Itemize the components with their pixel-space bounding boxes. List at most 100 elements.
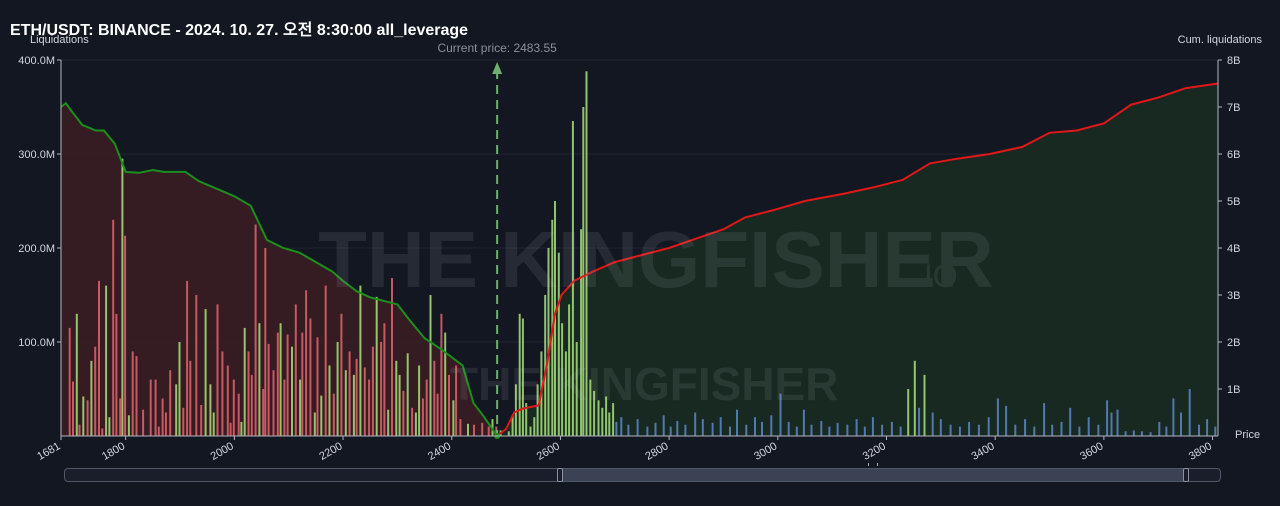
liquidation-bar (646, 426, 649, 436)
x-tick-label: 2800 (643, 440, 670, 463)
liquidation-bar (243, 327, 246, 436)
liquidation-bar (272, 370, 275, 436)
x-tick-label: 3000 (752, 440, 779, 463)
liquidation-bar (1060, 421, 1063, 436)
liquidation-bar (324, 285, 327, 436)
liquidation-bar (729, 426, 731, 436)
liquidation-bar (1132, 430, 1135, 436)
liquidation-bar (795, 426, 798, 436)
y2-tick-label: 8B (1227, 55, 1240, 67)
scrollbar-left-handle[interactable] (557, 468, 563, 482)
liquidation-bar (620, 417, 623, 436)
scrollbar-thumb[interactable] (559, 463, 1186, 481)
liquidation-bar (669, 426, 672, 436)
liquidation-bar (923, 374, 926, 436)
liquidation-bar (636, 419, 639, 436)
x-tick-label: 1800 (100, 440, 127, 463)
liquidation-chart[interactable]: THE KINGFISHER .IO THE KINGFISHER Curren… (0, 0, 1280, 506)
liquidation-bar (754, 417, 756, 436)
liquidation-bar (348, 351, 351, 436)
liquidation-bar (507, 431, 510, 436)
liquidation-bar (913, 360, 916, 436)
liquidation-bar (328, 365, 331, 436)
liquidation-bar (433, 360, 436, 436)
liquidation-bar (363, 367, 366, 436)
liquidation-bar (761, 421, 763, 436)
liquidation-bar (398, 374, 401, 436)
liquidation-bar (142, 409, 145, 436)
liquidation-bar (802, 409, 805, 436)
liquidation-bar (189, 360, 192, 436)
liquidation-bar (1014, 424, 1017, 436)
liquidation-bar (195, 295, 198, 436)
watermark-text: THE KINGFISHER (318, 215, 994, 304)
liquidation-bar (258, 323, 261, 436)
range-scrollbar[interactable] (64, 463, 1221, 482)
liquidation-bar (429, 295, 432, 436)
liquidation-bar (918, 407, 921, 436)
liquidation-bar (931, 412, 934, 436)
liquidation-bar (101, 428, 104, 436)
liquidation-bar (939, 419, 942, 436)
liquidation-bar (232, 379, 235, 436)
liquidation-bar (119, 398, 122, 436)
y2-tick-label: 4B (1227, 243, 1240, 255)
x-tick-label: 3600 (1078, 440, 1105, 463)
liquidation-bar (387, 409, 390, 436)
liquidation-bar (820, 421, 823, 436)
liquidation-bar (200, 405, 203, 436)
liquidation-bar (216, 304, 219, 436)
scrollbar-right-handle[interactable] (1183, 468, 1189, 482)
current-price-label: Current price: 2483.55 (437, 41, 557, 55)
y-tick-label: 200.0M (18, 243, 55, 255)
liquidation-bar (881, 424, 884, 436)
liquidation-bar (949, 424, 952, 436)
liquidation-bar (1106, 400, 1109, 436)
liquidation-bar (1078, 426, 1081, 436)
x-tick-label: 2600 (535, 440, 562, 463)
liquidation-bar (313, 412, 316, 436)
liquidation-bar (250, 374, 253, 436)
liquidation-bar (662, 415, 665, 436)
liquidation-bar (309, 318, 312, 436)
liquidation-bar (440, 313, 443, 436)
liquidation-bar (204, 309, 207, 436)
liquidation-bar (186, 280, 189, 436)
liquidation-bar (157, 426, 160, 436)
liquidation-bar (1140, 431, 1143, 436)
liquidation-bar (149, 379, 152, 436)
liquidation-bar (344, 370, 347, 436)
liquidation-bar (711, 422, 714, 436)
liquidation-bar (254, 224, 257, 436)
y2-tick-label: 2B (1227, 337, 1240, 349)
liquidation-bar (701, 419, 704, 436)
y2-tick-label: 1B (1227, 384, 1240, 396)
liquidation-bar (371, 346, 374, 436)
liquidation-bar (684, 424, 687, 436)
liquidation-bar (352, 374, 355, 436)
x-tick-label: 2200 (317, 440, 344, 463)
scrollbar-grip-icon[interactable] (867, 463, 878, 466)
liquidation-bar (105, 285, 108, 436)
liquidation-bar (1158, 421, 1161, 436)
x-tick-label: 2000 (209, 440, 236, 463)
liquidation-bar (75, 313, 78, 436)
liquidation-bar (968, 421, 971, 436)
liquidation-bar (86, 400, 89, 436)
liquidation-bar (529, 426, 532, 436)
liquidation-bar (608, 412, 611, 436)
liquidation-bar (164, 412, 167, 436)
liquidation-bar (987, 417, 990, 436)
liquidation-bar (459, 419, 462, 436)
liquidation-bar (124, 235, 127, 436)
liquidation-bar (98, 280, 100, 436)
liquidation-bar (127, 415, 130, 436)
liquidation-bar (1206, 419, 1209, 436)
liquidation-bar (336, 342, 339, 436)
liquidation-bar (383, 323, 386, 436)
y2-tick-label: 6B (1227, 149, 1240, 161)
liquidation-bar (267, 343, 270, 436)
x-tick-label: 3200 (861, 440, 888, 463)
liquidation-bar (1188, 389, 1191, 436)
liquidation-bar (1165, 426, 1168, 436)
